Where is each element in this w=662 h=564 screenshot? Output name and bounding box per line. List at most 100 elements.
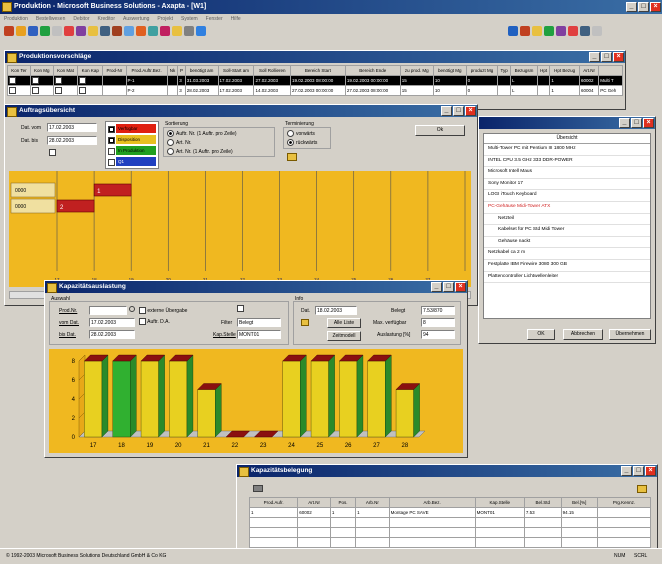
menu-item[interactable]: Debitor bbox=[73, 16, 89, 22]
toolbar-icon[interactable] bbox=[172, 26, 182, 36]
table-row[interactable]: 1 60002 1 1 Montage PC SAVE MONT01 7.53 94.15 bbox=[248, 507, 652, 518]
column-header[interactable]: Prg.Kennz. bbox=[596, 497, 652, 508]
column-header[interactable]: Bel.Std bbox=[523, 497, 562, 508]
legend-checkbox[interactable] bbox=[108, 126, 115, 133]
toolbar-icon[interactable] bbox=[556, 26, 566, 36]
table-row[interactable] bbox=[248, 517, 652, 528]
toolbar-icon[interactable] bbox=[112, 26, 122, 36]
maximize-button[interactable]: □ bbox=[443, 282, 454, 292]
calendar-icon[interactable] bbox=[237, 305, 244, 312]
print-icon[interactable] bbox=[637, 485, 647, 493]
minimize-button[interactable]: _ bbox=[621, 466, 632, 476]
dat-von-input[interactable]: 17.02.2003 bbox=[47, 123, 97, 132]
toolbar-icon[interactable] bbox=[40, 26, 50, 36]
column-header[interactable]: benötigt Mg bbox=[432, 65, 467, 76]
toolbar-icon[interactable] bbox=[16, 26, 26, 36]
row-checkbox[interactable] bbox=[9, 77, 16, 84]
column-header[interactable]: Hpt Bezug bbox=[549, 65, 581, 76]
column-header[interactable]: benötigt am bbox=[184, 65, 219, 76]
auslastung-input[interactable]: 94 bbox=[421, 330, 455, 339]
search-icon[interactable] bbox=[129, 306, 135, 312]
tree-item[interactable]: Kabelset für PC Std Midi Tower bbox=[484, 225, 650, 237]
toolbar-icon[interactable] bbox=[88, 26, 98, 36]
sortierung-radio[interactable]: Art. Nr. (1 Auftr. pro Zeile) bbox=[167, 148, 233, 155]
ok-button[interactable]: OK bbox=[527, 329, 555, 340]
column-header[interactable]: Bereich Start bbox=[289, 65, 346, 76]
toolbar-icon[interactable] bbox=[124, 26, 134, 36]
auftr-checkbox[interactable]: Auftr. D.A. bbox=[139, 318, 170, 325]
bis-input[interactable]: 28.02.2003 bbox=[89, 330, 135, 339]
toolbar-icon[interactable] bbox=[160, 26, 170, 36]
chart-bar[interactable] bbox=[197, 389, 216, 438]
sortierung-radio[interactable]: Auftr. Nr. (1 Auftr. pro Zeile) bbox=[167, 130, 237, 137]
filter-select[interactable]: Belegt bbox=[237, 318, 281, 327]
table-row[interactable]: P-2 3 28.02.2003 17.02.2003 14.02.2003 27.02.… bbox=[7, 85, 623, 96]
sortierung-radio[interactable]: Art. Nr. bbox=[167, 139, 192, 146]
column-header[interactable]: Kon Mat bbox=[52, 65, 79, 76]
chart-bar[interactable] bbox=[169, 360, 188, 438]
menu-item[interactable]: Hilfe bbox=[231, 16, 241, 22]
toolbar-icon[interactable] bbox=[196, 26, 206, 36]
toolbar-icon[interactable] bbox=[592, 26, 602, 36]
maximize-button[interactable]: □ bbox=[453, 106, 464, 116]
chart-bar[interactable] bbox=[140, 360, 159, 438]
toolbar-icon[interactable] bbox=[184, 26, 194, 36]
toolbar-icon[interactable] bbox=[4, 26, 14, 36]
toolbar-icon[interactable] bbox=[520, 26, 530, 36]
kapstelle-select[interactable]: MONT01 bbox=[237, 330, 281, 339]
row-checkbox[interactable] bbox=[31, 87, 39, 94]
column-header[interactable]: Hpt bbox=[536, 65, 551, 76]
column-header[interactable]: Soll Rollieren bbox=[253, 65, 291, 76]
menu-item[interactable]: Kreditor bbox=[98, 16, 116, 22]
legend-checkbox[interactable] bbox=[108, 148, 115, 155]
legend-item[interactable]: In Produktion bbox=[108, 146, 156, 156]
dat-bis-input[interactable]: 28.02.2003 bbox=[47, 136, 97, 145]
row-checkbox[interactable] bbox=[9, 87, 16, 94]
abbrechen-button[interactable]: Abbrechen bbox=[563, 329, 603, 340]
toolbar-icon[interactable] bbox=[532, 26, 542, 36]
maximize-button[interactable]: □ bbox=[631, 118, 642, 128]
max-input[interactable]: 8 bbox=[421, 318, 455, 327]
tree-item[interactable]: LOGI iTouch Keyboard bbox=[484, 190, 650, 202]
menu-item[interactable]: Projekt bbox=[157, 16, 173, 22]
tree-item[interactable]: Netzteil bbox=[484, 214, 650, 226]
column-header[interactable]: Bezugsm bbox=[509, 65, 538, 76]
menu-item[interactable]: Fenster bbox=[206, 16, 223, 22]
column-header[interactable]: Art.Nr bbox=[297, 497, 331, 508]
toolbar-icon[interactable] bbox=[568, 26, 578, 36]
tree-item[interactable]: Gehäuse nackt bbox=[484, 237, 650, 249]
close-button[interactable]: × bbox=[465, 106, 476, 116]
column-header[interactable]: P bbox=[177, 65, 186, 76]
column-header[interactable]: Prod.Aufr. bbox=[248, 497, 299, 508]
column-header[interactable]: Kap.Stelle bbox=[474, 497, 525, 508]
table-row[interactable]: P-1 3 31.03.2003 17.02.2003 27.02.2003 19.02.… bbox=[7, 75, 623, 86]
tree-item[interactable]: Sony Monitor 17 bbox=[484, 179, 650, 191]
alle-liste-button[interactable]: Alle Liste bbox=[327, 318, 361, 328]
toolbar-icon[interactable] bbox=[100, 26, 110, 36]
minimize-button[interactable]: _ bbox=[626, 2, 637, 12]
menu-item[interactable]: Auswertung bbox=[123, 16, 149, 22]
minimize-button[interactable]: _ bbox=[441, 106, 452, 116]
column-header[interactable]: produzt Mg bbox=[465, 65, 499, 76]
maximize-button[interactable]: □ bbox=[633, 466, 644, 476]
chart-bar[interactable] bbox=[112, 360, 131, 438]
legend-checkbox[interactable] bbox=[108, 159, 115, 166]
toolbar-icon[interactable] bbox=[64, 26, 74, 36]
terminierung-radio[interactable]: vorwärts bbox=[287, 130, 315, 137]
tree-item[interactable]: Microsoft Intell Maus bbox=[484, 167, 650, 179]
toolbar-icon[interactable] bbox=[52, 26, 62, 36]
table-row[interactable] bbox=[248, 527, 652, 538]
calendar-icon[interactable] bbox=[49, 149, 56, 156]
minimize-button[interactable]: _ bbox=[589, 52, 600, 62]
table-row[interactable] bbox=[248, 537, 652, 548]
toolbar-icon[interactable] bbox=[508, 26, 518, 36]
chart-bar[interactable] bbox=[367, 360, 386, 438]
chart-bar[interactable] bbox=[282, 360, 301, 438]
menu-item[interactable]: Bestellwesen bbox=[36, 16, 65, 22]
column-header[interactable] bbox=[598, 65, 623, 76]
chart-bar[interactable] bbox=[310, 360, 329, 438]
legend-item[interactable]: Verfügbar bbox=[108, 124, 156, 134]
refresh-icon[interactable] bbox=[287, 153, 297, 161]
minimize-button[interactable]: _ bbox=[619, 118, 630, 128]
toolbar-icon[interactable] bbox=[28, 26, 38, 36]
